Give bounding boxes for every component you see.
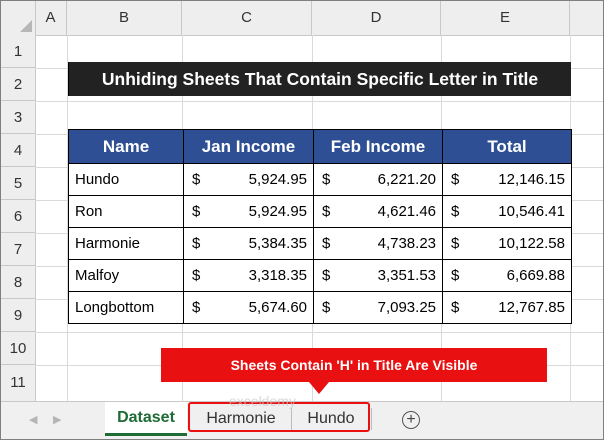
name-cell[interactable]: Malfoy	[68, 259, 184, 292]
table-row: Harmonie $5,384.35 $4,738.23 $10,122.58	[68, 227, 572, 260]
name-cell[interactable]: Ron	[68, 195, 184, 228]
feb-income-cell[interactable]: $6,221.20	[313, 163, 443, 196]
row-header-9[interactable]: 9	[1, 299, 35, 332]
amount: 12,767.85	[498, 299, 565, 316]
jan-income-cell[interactable]: $3,318.35	[183, 259, 314, 292]
header-feb-income[interactable]: Feb Income	[313, 129, 443, 164]
total-cell[interactable]: $6,669.88	[442, 259, 572, 292]
select-all-button[interactable]	[1, 1, 36, 35]
row-header-3[interactable]: 3	[1, 101, 35, 134]
total-cell[interactable]: $10,546.41	[442, 195, 572, 228]
amount: 4,738.23	[377, 235, 436, 252]
scroll-right-icon[interactable]: ▶	[53, 413, 61, 426]
column-header-b[interactable]: B	[67, 1, 182, 35]
row-header-bar: 1 2 3 4 5 6 7 8 9 10 11	[1, 35, 36, 401]
table-row: Hundo $5,924.95 $6,221.20 $12,146.15	[68, 163, 572, 196]
feb-income-cell[interactable]: $4,621.46	[313, 195, 443, 228]
feb-income-cell[interactable]: $7,093.25	[313, 291, 443, 324]
row-header-5[interactable]: 5	[1, 167, 35, 200]
amount: 3,351.53	[377, 267, 436, 284]
plus-circle-icon[interactable]: +	[402, 411, 420, 429]
column-header-c[interactable]: C	[182, 1, 312, 35]
table-row: Ron $5,924.95 $4,621.46 $10,546.41	[68, 195, 572, 228]
amount: 3,318.35	[248, 267, 307, 284]
currency-symbol: $	[192, 171, 201, 188]
currency-symbol: $	[322, 171, 331, 188]
callout-arrow	[309, 382, 329, 394]
amount: 4,621.46	[377, 203, 436, 220]
jan-income-cell[interactable]: $5,674.60	[183, 291, 314, 324]
column-header-bar: A B C D E	[1, 1, 603, 36]
amount: 6,669.88	[506, 267, 565, 284]
header-jan-income[interactable]: Jan Income	[183, 129, 314, 164]
currency-symbol: $	[192, 299, 201, 316]
currency-symbol: $	[451, 203, 460, 220]
amount: 6,221.20	[377, 171, 436, 188]
total-cell[interactable]: $12,767.85	[442, 291, 572, 324]
currency-symbol: $	[192, 267, 201, 284]
row-header-1[interactable]: 1	[1, 35, 35, 68]
amount: 7,093.25	[377, 299, 436, 316]
table-row: Malfoy $3,318.35 $3,351.53 $6,669.88	[68, 259, 572, 292]
total-cell[interactable]: $10,122.58	[442, 227, 572, 260]
table-header-row: Name Jan Income Feb Income Total	[68, 129, 572, 164]
currency-symbol: $	[322, 235, 331, 252]
row-header-4[interactable]: 4	[1, 134, 35, 167]
currency-symbol: $	[451, 171, 460, 188]
column-header-d[interactable]: D	[312, 1, 441, 35]
amount: 12,146.15	[498, 171, 565, 188]
callout-box: Sheets Contain 'H' in Title Are Visible	[161, 348, 547, 382]
header-total[interactable]: Total	[442, 129, 572, 164]
currency-symbol: $	[192, 235, 201, 252]
feb-income-cell[interactable]: $3,351.53	[313, 259, 443, 292]
row-header-10[interactable]: 10	[1, 332, 35, 365]
currency-symbol: $	[192, 203, 201, 220]
tab-highlight-box	[188, 402, 370, 432]
gridline	[35, 101, 603, 102]
feb-income-cell[interactable]: $4,738.23	[313, 227, 443, 260]
row-header-11[interactable]: 11	[1, 365, 35, 401]
amount: 5,674.60	[248, 299, 307, 316]
currency-symbol: $	[322, 203, 331, 220]
tab-separator	[371, 408, 372, 430]
column-header-e[interactable]: E	[441, 1, 570, 35]
gridline	[35, 332, 603, 333]
row-header-7[interactable]: 7	[1, 233, 35, 266]
spreadsheet-window: A B C D E 1 2 3 4 5 6 7 8 9 10 11 Unhidi…	[0, 0, 604, 440]
currency-symbol: $	[322, 267, 331, 284]
scroll-left-icon[interactable]: ◀	[29, 413, 37, 426]
amount: 10,122.58	[498, 235, 565, 252]
table-row: Longbottom $5,674.60 $7,093.25 $12,767.8…	[68, 291, 572, 324]
jan-income-cell[interactable]: $5,384.35	[183, 227, 314, 260]
total-cell[interactable]: $12,146.15	[442, 163, 572, 196]
jan-income-cell[interactable]: $5,924.95	[183, 195, 314, 228]
amount: 5,384.35	[248, 235, 307, 252]
jan-income-cell[interactable]: $5,924.95	[183, 163, 314, 196]
amount: 10,546.41	[498, 203, 565, 220]
name-cell[interactable]: Hundo	[68, 163, 184, 196]
income-table: Name Jan Income Feb Income Total Hundo $…	[68, 129, 572, 324]
name-cell[interactable]: Longbottom	[68, 291, 184, 324]
row-header-8[interactable]: 8	[1, 266, 35, 299]
amount: 5,924.95	[248, 203, 307, 220]
currency-symbol: $	[451, 235, 460, 252]
sheet-tab-bar: ◀ ▶ Dataset Harmonie Hundo +	[1, 401, 603, 439]
column-header-a[interactable]: A	[35, 1, 67, 35]
currency-symbol: $	[451, 267, 460, 284]
sheet-title-cell[interactable]: Unhiding Sheets That Contain Specific Le…	[68, 62, 571, 96]
amount: 5,924.95	[248, 171, 307, 188]
row-header-6[interactable]: 6	[1, 200, 35, 233]
currency-symbol: $	[451, 299, 460, 316]
row-header-2[interactable]: 2	[1, 68, 35, 101]
header-name[interactable]: Name	[68, 129, 184, 164]
sheet-tab-dataset[interactable]: Dataset	[105, 402, 187, 436]
currency-symbol: $	[322, 299, 331, 316]
name-cell[interactable]: Harmonie	[68, 227, 184, 260]
